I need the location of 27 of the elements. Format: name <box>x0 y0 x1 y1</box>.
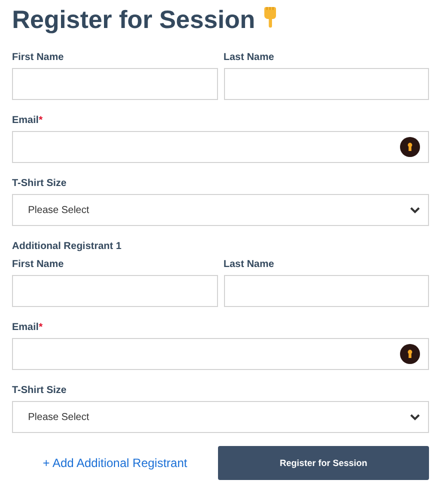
select-dropdown[interactable]: Please Select <box>12 401 429 433</box>
field-label: First Name <box>12 259 65 271</box>
field-label: Email <box>12 322 39 334</box>
input-field[interactable] <box>224 68 429 100</box>
register-button[interactable]: Register for Session <box>218 446 429 480</box>
required-mark: * <box>38 322 43 334</box>
select-dropdown[interactable]: Please Select <box>12 194 429 226</box>
section-heading: Additional Registrant 1 <box>12 241 122 253</box>
chevron-down-icon <box>410 206 420 214</box>
field-label: Last Name <box>224 259 276 271</box>
input-field[interactable] <box>12 275 218 307</box>
input-field[interactable] <box>12 68 218 100</box>
required-mark: * <box>38 115 43 127</box>
input-field[interactable] <box>12 338 429 370</box>
input-field[interactable] <box>12 131 429 163</box>
field-label: First Name <box>12 52 65 64</box>
keyhole-icon[interactable] <box>400 344 420 364</box>
pointing-down-hand-icon <box>263 6 278 28</box>
field-label: Email <box>12 115 39 127</box>
page-title: Register for Session <box>12 6 256 34</box>
field-label: T-Shirt Size <box>12 178 68 190</box>
chevron-down-icon <box>410 414 420 420</box>
field-label: Last Name <box>224 52 276 64</box>
add-registrant-link[interactable]: + Add Additional Registrant <box>12 456 218 470</box>
field-label: T-Shirt Size <box>12 385 68 397</box>
input-field[interactable] <box>224 275 429 307</box>
keyhole-icon[interactable] <box>400 137 420 157</box>
